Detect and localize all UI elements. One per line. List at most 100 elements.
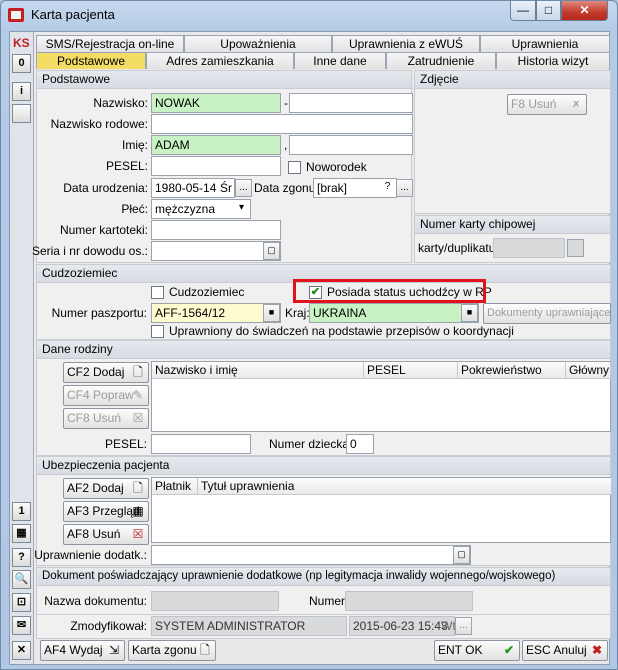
document-number-field	[345, 591, 473, 611]
family-pesel-field[interactable]	[151, 434, 251, 454]
insurance-col-payer[interactable]: Płatnik	[152, 478, 198, 495]
death-date-picker-button[interactable]: ...	[396, 179, 413, 197]
search-icon[interactable]: 🔍	[12, 570, 31, 589]
family-col-name[interactable]: Nazwisko i imię	[152, 362, 364, 379]
family-add-button[interactable]: CF2 Dodaj 🗋	[63, 362, 149, 383]
first-name-field[interactable]: ADAM	[151, 135, 281, 155]
new-document-icon: 🗋	[133, 481, 143, 495]
passport-field[interactable]: AFF-1564/12	[151, 303, 281, 323]
family-col-relation[interactable]: Pokrewieństwo	[458, 362, 566, 379]
patient-card-window: Karta pacjenta — □ ✕ KS 0 i 1 ▦ ? 🔍 ⊡ ✉ …	[0, 0, 618, 670]
info-icon[interactable]: i	[12, 82, 31, 101]
family-edit-button[interactable]: CF4 Popraw ✎	[63, 385, 149, 406]
tab-visit-history[interactable]: Historia wizyt	[496, 52, 610, 69]
insurance-delete-button[interactable]: AF8 Usuń ☒	[63, 524, 149, 545]
death-card-button[interactable]: Karta zgonu 🗋	[128, 640, 216, 661]
foreigner-checkbox[interactable]	[151, 286, 164, 299]
tab-authorizations[interactable]: Upoważnienia	[184, 35, 332, 52]
new-document-icon: 🗋	[133, 365, 143, 379]
entitled-checkbox[interactable]	[151, 325, 164, 338]
second-name-field[interactable]	[289, 135, 413, 155]
close-button[interactable]: ✕	[561, 1, 608, 21]
photo-panel: Zdjęcie F8 Usuń 🗶	[414, 70, 611, 214]
photo-delete-label: Usuń	[528, 97, 557, 111]
photo-delete-button[interactable]: F8 Usuń 🗶	[507, 94, 587, 115]
help-icon[interactable]: ?	[12, 548, 31, 567]
insurance-delete-key: AF8	[67, 527, 90, 541]
minimize-button[interactable]: —	[510, 1, 536, 21]
first-name-separator: ,	[284, 138, 288, 152]
surname-label: Nazwisko:	[93, 96, 148, 110]
edit-icon: ✎	[132, 388, 144, 402]
family-delete-button[interactable]: CF8 Usuń ☒	[63, 408, 149, 429]
modified-user-field: SYSTEM ADMINISTRATOR	[151, 616, 347, 636]
passport-button[interactable]: ■	[263, 304, 280, 322]
surname-field[interactable]: NOWAK	[151, 93, 281, 113]
family-name-field[interactable]	[151, 114, 413, 134]
pesel-field[interactable]	[151, 156, 281, 176]
tab-ewus[interactable]: Uprawnienia z eWUŚ	[332, 35, 480, 52]
close-icon[interactable]: ✕	[12, 641, 31, 660]
insurance-col-title[interactable]: Tytuł uprawnienia	[198, 478, 611, 495]
highlight-box	[293, 279, 486, 303]
documents-button[interactable]: Dokumenty uprawniające	[483, 303, 611, 324]
calculator-icon[interactable]: ▦	[12, 524, 31, 543]
country-field[interactable]: UKRAINA	[309, 303, 479, 323]
entitled-label: Uprawniony do świadczeń na podstawie prz…	[169, 324, 514, 338]
birth-date-picker-button[interactable]: ...	[235, 179, 252, 197]
death-date-help-button[interactable]: ?	[379, 179, 396, 197]
client-area: KS 0 i 1 ▦ ? 🔍 ⊡ ✉ ✕ SMS/Rejestracja on-…	[9, 31, 611, 665]
tab-other-data[interactable]: Inne dane	[294, 52, 386, 69]
cancel-button[interactable]: ESC Anuluj ✖	[522, 640, 608, 661]
issue-label: Wydaj	[69, 643, 103, 657]
id-card-field[interactable]	[151, 241, 281, 261]
tab-sms[interactable]: SMS/Rejestracja on-line	[36, 35, 184, 52]
insurance-add-button[interactable]: AF2 Dodaj 🗋	[63, 478, 149, 499]
family-col-pesel[interactable]: PESEL	[364, 362, 458, 379]
ok-button[interactable]: ENT OK ✔	[434, 640, 520, 661]
newborn-checkbox[interactable]	[288, 161, 301, 174]
issue-button[interactable]: AF4 Wydaj ⇲	[40, 640, 125, 661]
modified-weekday: Wt	[441, 619, 456, 633]
tab-address[interactable]: Adres zamieszkania	[146, 52, 294, 69]
passport-label: Numer paszportu:	[51, 306, 147, 320]
family-col-main[interactable]: Główny	[566, 362, 611, 379]
cancel-key: ESC	[526, 643, 551, 657]
card-icon[interactable]: ⊡	[12, 593, 31, 612]
file-number-label: Numer kartoteki:	[59, 223, 148, 237]
delete-icon: ☒	[132, 411, 144, 425]
mail-icon[interactable]: ✉	[12, 616, 31, 635]
extra-entitlement-field[interactable]	[151, 545, 471, 565]
document-name-label: Nazwa dokumentu:	[44, 594, 147, 608]
second-surname-field[interactable]	[289, 93, 413, 113]
country-button[interactable]: ■	[461, 304, 478, 322]
table-icon: ▦	[132, 504, 144, 518]
cancel-icon: ✖	[591, 643, 603, 657]
child-number-field[interactable]: 0	[346, 434, 374, 454]
file-number-field[interactable]	[151, 220, 281, 240]
chip-card-label: karty/duplikatu:	[418, 241, 499, 255]
blank-button[interactable]	[12, 104, 31, 123]
document-header: Dokument poświadczający uprawnienie doda…	[37, 568, 610, 586]
id-card-button[interactable]: ▢	[263, 242, 280, 260]
tab-employment[interactable]: Zatrudnienie	[386, 52, 496, 69]
insurance-grid[interactable]: Płatnik Tytuł uprawnienia	[151, 477, 611, 543]
tab-basic[interactable]: Podstawowe	[36, 52, 146, 69]
check-icon: ✔	[503, 643, 515, 657]
logo-icon: KS	[13, 36, 30, 50]
modified-date-button: ...	[455, 617, 472, 635]
cancel-label: Anuluj	[553, 643, 587, 657]
chevron-down-icon[interactable]: ▾	[233, 200, 250, 218]
calendar-icon[interactable]: 1	[12, 502, 31, 521]
tab-entitlements[interactable]: Uprawnienia	[480, 35, 610, 52]
family-delete-key: CF8	[67, 411, 90, 425]
chip-card-button	[567, 239, 584, 257]
maximize-button[interactable]: □	[536, 1, 561, 21]
family-edit-label: Popraw	[93, 388, 134, 402]
family-grid[interactable]: Nazwisko i imię PESEL Pokrewieństwo Głów…	[151, 361, 611, 432]
insurance-review-button[interactable]: AF3 Przegląd ▦	[63, 501, 149, 522]
family-name-label: Nazwisko rodowe:	[50, 117, 148, 131]
title-bar[interactable]: Karta pacjenta — □ ✕	[1, 1, 617, 29]
counter-button[interactable]: 0	[12, 54, 31, 73]
extra-entitlement-button[interactable]: ▢	[453, 546, 470, 564]
